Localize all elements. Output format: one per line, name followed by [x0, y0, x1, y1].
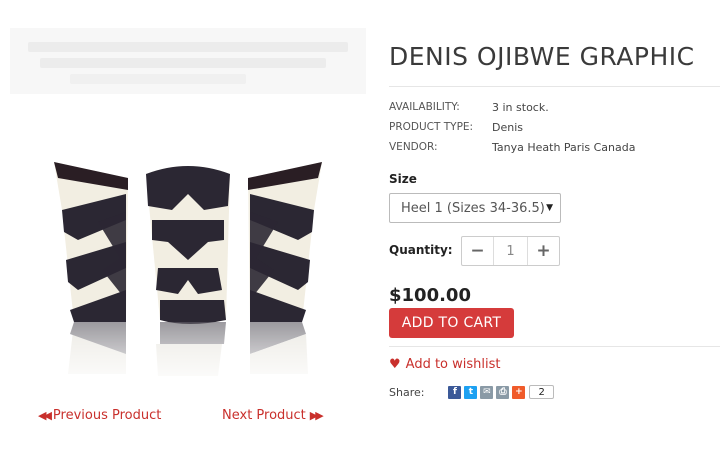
meta-key: PRODUCT TYPE: [389, 121, 474, 133]
previous-product-label: Previous Product [52, 408, 162, 423]
double-chevron-right-icon: ▶▶ [309, 409, 324, 422]
share-count: 2 [529, 385, 554, 399]
addthis-plus-icon[interactable]: + [512, 385, 526, 399]
meta-row-product-type: PRODUCT TYPE: Denis [389, 117, 635, 137]
quantity-input[interactable]: 1 [494, 237, 527, 265]
twitter-icon[interactable]: t [464, 385, 478, 399]
quantity-increase-button[interactable]: + [527, 237, 559, 265]
add-to-wishlist-link[interactable]: ♥ Add to wishlist [389, 357, 501, 372]
meta-value: Tanya Heath Paris Canada [492, 140, 636, 154]
add-to-cart-button[interactable]: ADD TO CART [389, 308, 514, 338]
meta-value: Denis [492, 120, 523, 134]
meta-row-availability: AVAILABILITY: 3 in stock. [389, 97, 635, 117]
heart-icon: ♥ [389, 357, 401, 372]
next-product-link[interactable]: Next Product ▶▶ [222, 408, 324, 423]
product-price: $100.00 [389, 285, 471, 306]
quantity-decrease-button[interactable]: − [462, 237, 494, 265]
next-product-label: Next Product [222, 408, 306, 423]
quantity-stepper: − 1 + [461, 236, 560, 266]
wishlist-label: Add to wishlist [405, 357, 501, 372]
title-divider [389, 86, 720, 87]
share-label: Share: [389, 385, 425, 399]
product-thumbnail-strip [10, 28, 366, 94]
meta-row-vendor: VENDOR: Tanya Heath Paris Canada [389, 137, 635, 157]
meta-value: 3 in stock. [492, 100, 549, 114]
email-icon[interactable]: ✉ [480, 385, 494, 399]
meta-key: VENDOR: [389, 141, 438, 153]
size-select[interactable]: Heel 1 (Sizes 34-36.5) ▼ [389, 193, 561, 223]
previous-product-link[interactable]: ◀◀ Previous Product [38, 408, 161, 423]
size-label: Size [389, 172, 417, 186]
meta-key: AVAILABILITY: [389, 101, 460, 113]
facebook-icon[interactable]: f [448, 385, 462, 399]
print-icon[interactable]: ⎙ [496, 385, 510, 399]
quantity-label: Quantity: [389, 243, 453, 257]
cart-divider [389, 346, 720, 347]
product-image[interactable] [38, 150, 338, 390]
size-selected-value: Heel 1 (Sizes 34-36.5) [401, 200, 545, 216]
product-meta: AVAILABILITY: 3 in stock. PRODUCT TYPE: … [389, 97, 635, 157]
caret-down-icon: ▼ [546, 203, 553, 213]
product-title: DENIS OJIBWE GRAPHIC [389, 42, 695, 71]
share-bar: Share: f t ✉ ⎙ + 2 [389, 385, 554, 399]
double-chevron-left-icon: ◀◀ [38, 409, 52, 422]
